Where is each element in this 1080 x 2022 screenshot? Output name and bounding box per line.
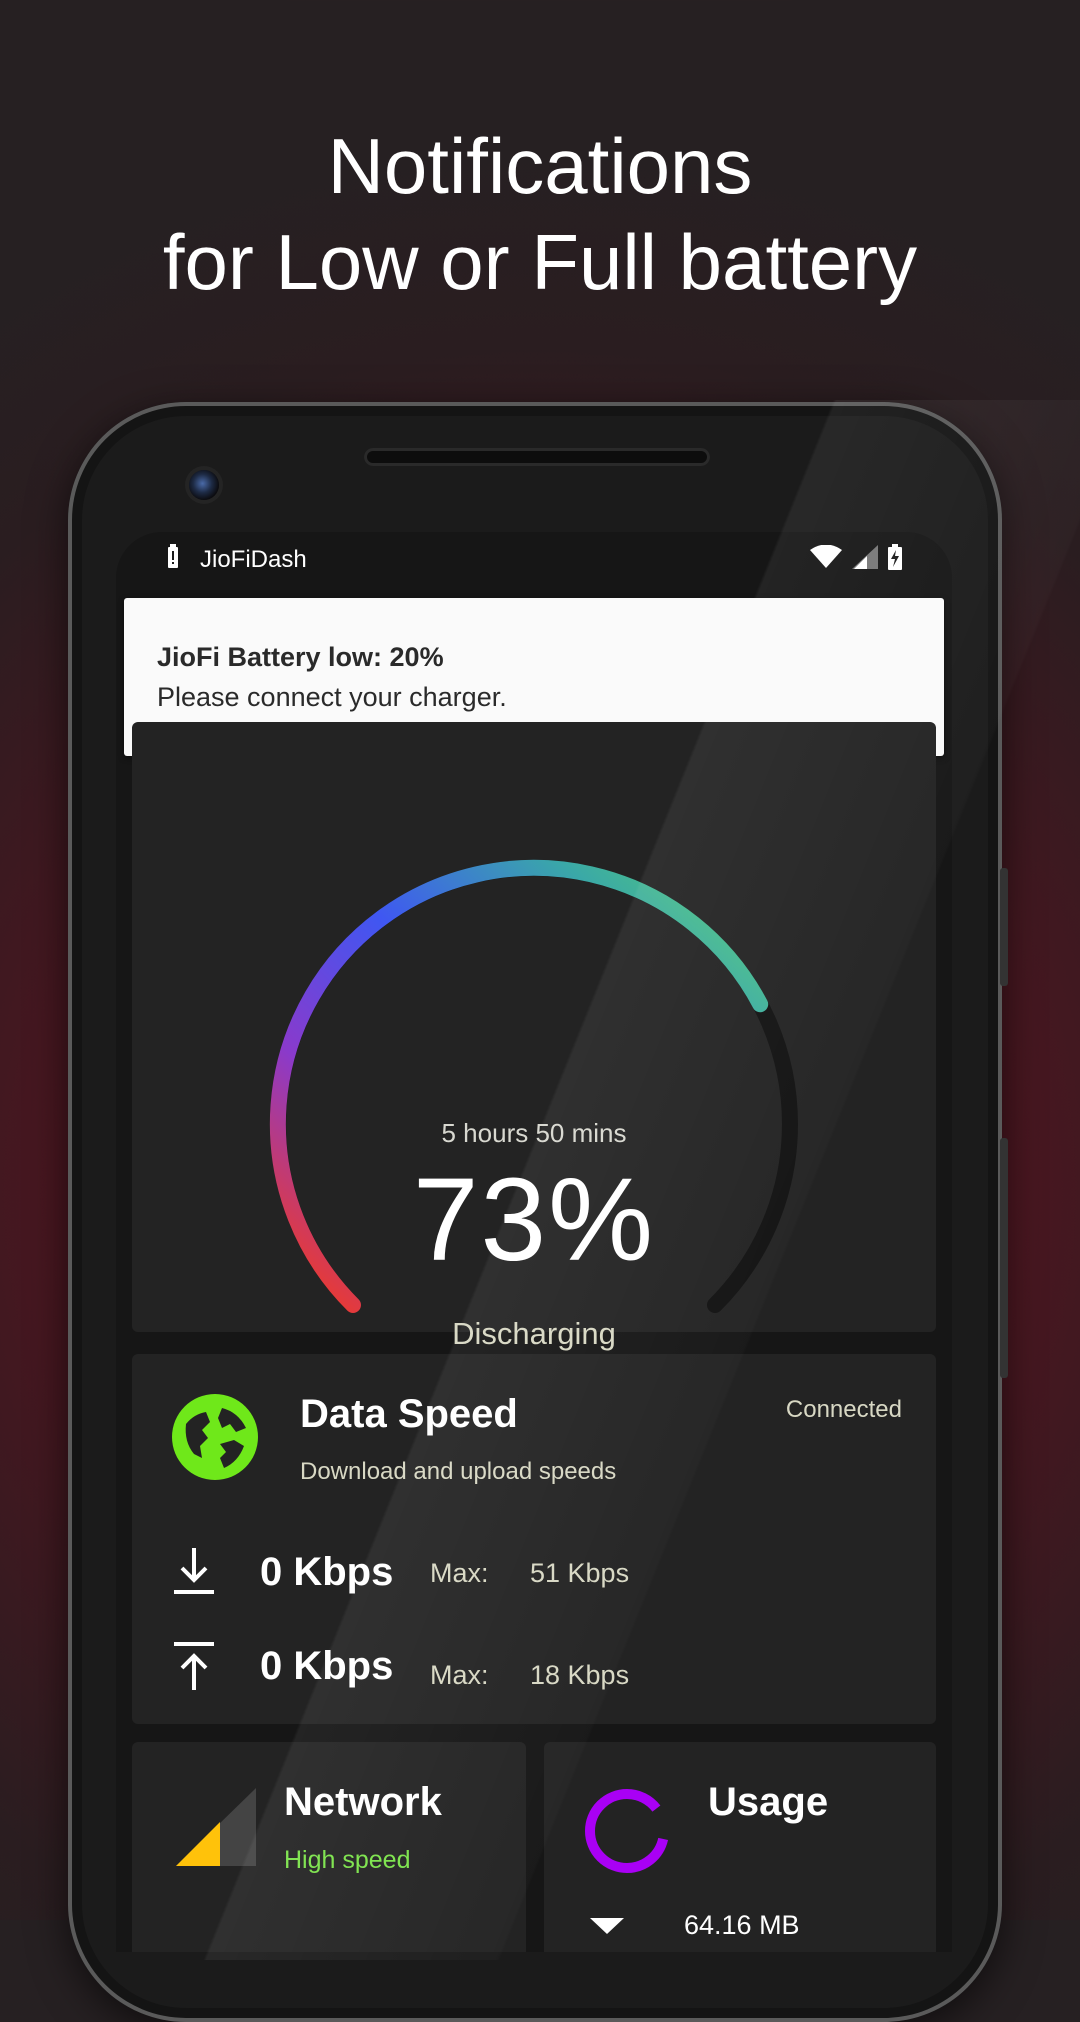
phone-side-button bbox=[1000, 868, 1008, 986]
upload-arrow-icon bbox=[174, 1642, 214, 1690]
battery-charging-icon bbox=[888, 544, 902, 570]
notification-title: JioFi Battery low: 20% bbox=[157, 642, 444, 672]
connection-status: Connected bbox=[785, 1396, 902, 1423]
download-max-label: Max: bbox=[430, 1558, 489, 1588]
usage-ring-icon bbox=[585, 1789, 669, 1873]
phone-screen: JioFiDash JioFi Battery low: 20% Please … bbox=[116, 532, 952, 1952]
front-camera bbox=[189, 470, 219, 500]
headline-line-2: for Low or Full battery bbox=[162, 218, 918, 306]
globe-icon bbox=[172, 1394, 258, 1480]
phone-volume-button bbox=[1000, 1138, 1008, 1378]
battery-alert-icon bbox=[168, 544, 178, 568]
download-arrow-icon-small bbox=[590, 1918, 624, 1934]
battery-card[interactable]: 5 hours 50 mins 73% Discharging bbox=[132, 722, 936, 1351]
battery-state: Discharging bbox=[452, 1316, 616, 1351]
status-bar: JioFiDash bbox=[116, 532, 952, 584]
signal-strength-icon bbox=[176, 1788, 256, 1866]
headline: Notifications for Low or Full battery bbox=[0, 118, 1080, 310]
battery-time-remaining: 5 hours 50 mins bbox=[441, 1118, 627, 1148]
download-max-value: 51 Kbps bbox=[530, 1558, 630, 1588]
headline-line-1: Notifications bbox=[327, 122, 753, 210]
data-speed-card[interactable]: Data Speed Download and upload speeds Co… bbox=[132, 1354, 936, 1724]
usage-card[interactable]: Usage 64.16 MB bbox=[544, 1742, 936, 1952]
notification-body: Please connect your charger. bbox=[157, 682, 507, 712]
network-subtitle: High speed bbox=[284, 1846, 411, 1874]
upload-speed-value: 0 Kbps bbox=[260, 1644, 394, 1688]
wifi-icon bbox=[810, 545, 842, 568]
battery-percent: 73% bbox=[412, 1154, 656, 1286]
download-arrow-icon bbox=[174, 1548, 214, 1594]
download-speed-value: 0 Kbps bbox=[260, 1550, 394, 1594]
usage-title: Usage bbox=[708, 1780, 829, 1824]
gauge-track bbox=[378, 1061, 708, 1124]
upload-max-label: Max: bbox=[430, 1660, 489, 1690]
upload-max-value: 18 Kbps bbox=[530, 1660, 630, 1690]
speaker-grille bbox=[364, 448, 710, 466]
data-speed-title: Data Speed bbox=[300, 1392, 518, 1436]
network-title: Network bbox=[284, 1780, 442, 1824]
usage-value: 64.16 MB bbox=[684, 1910, 800, 1940]
data-speed-subtitle: Download and upload speeds bbox=[300, 1458, 617, 1485]
status-app-name: JioFiDash bbox=[200, 546, 307, 573]
cell-signal-icon bbox=[852, 545, 878, 569]
network-card[interactable]: Network High speed bbox=[132, 1742, 526, 1952]
status-icons bbox=[810, 544, 902, 570]
